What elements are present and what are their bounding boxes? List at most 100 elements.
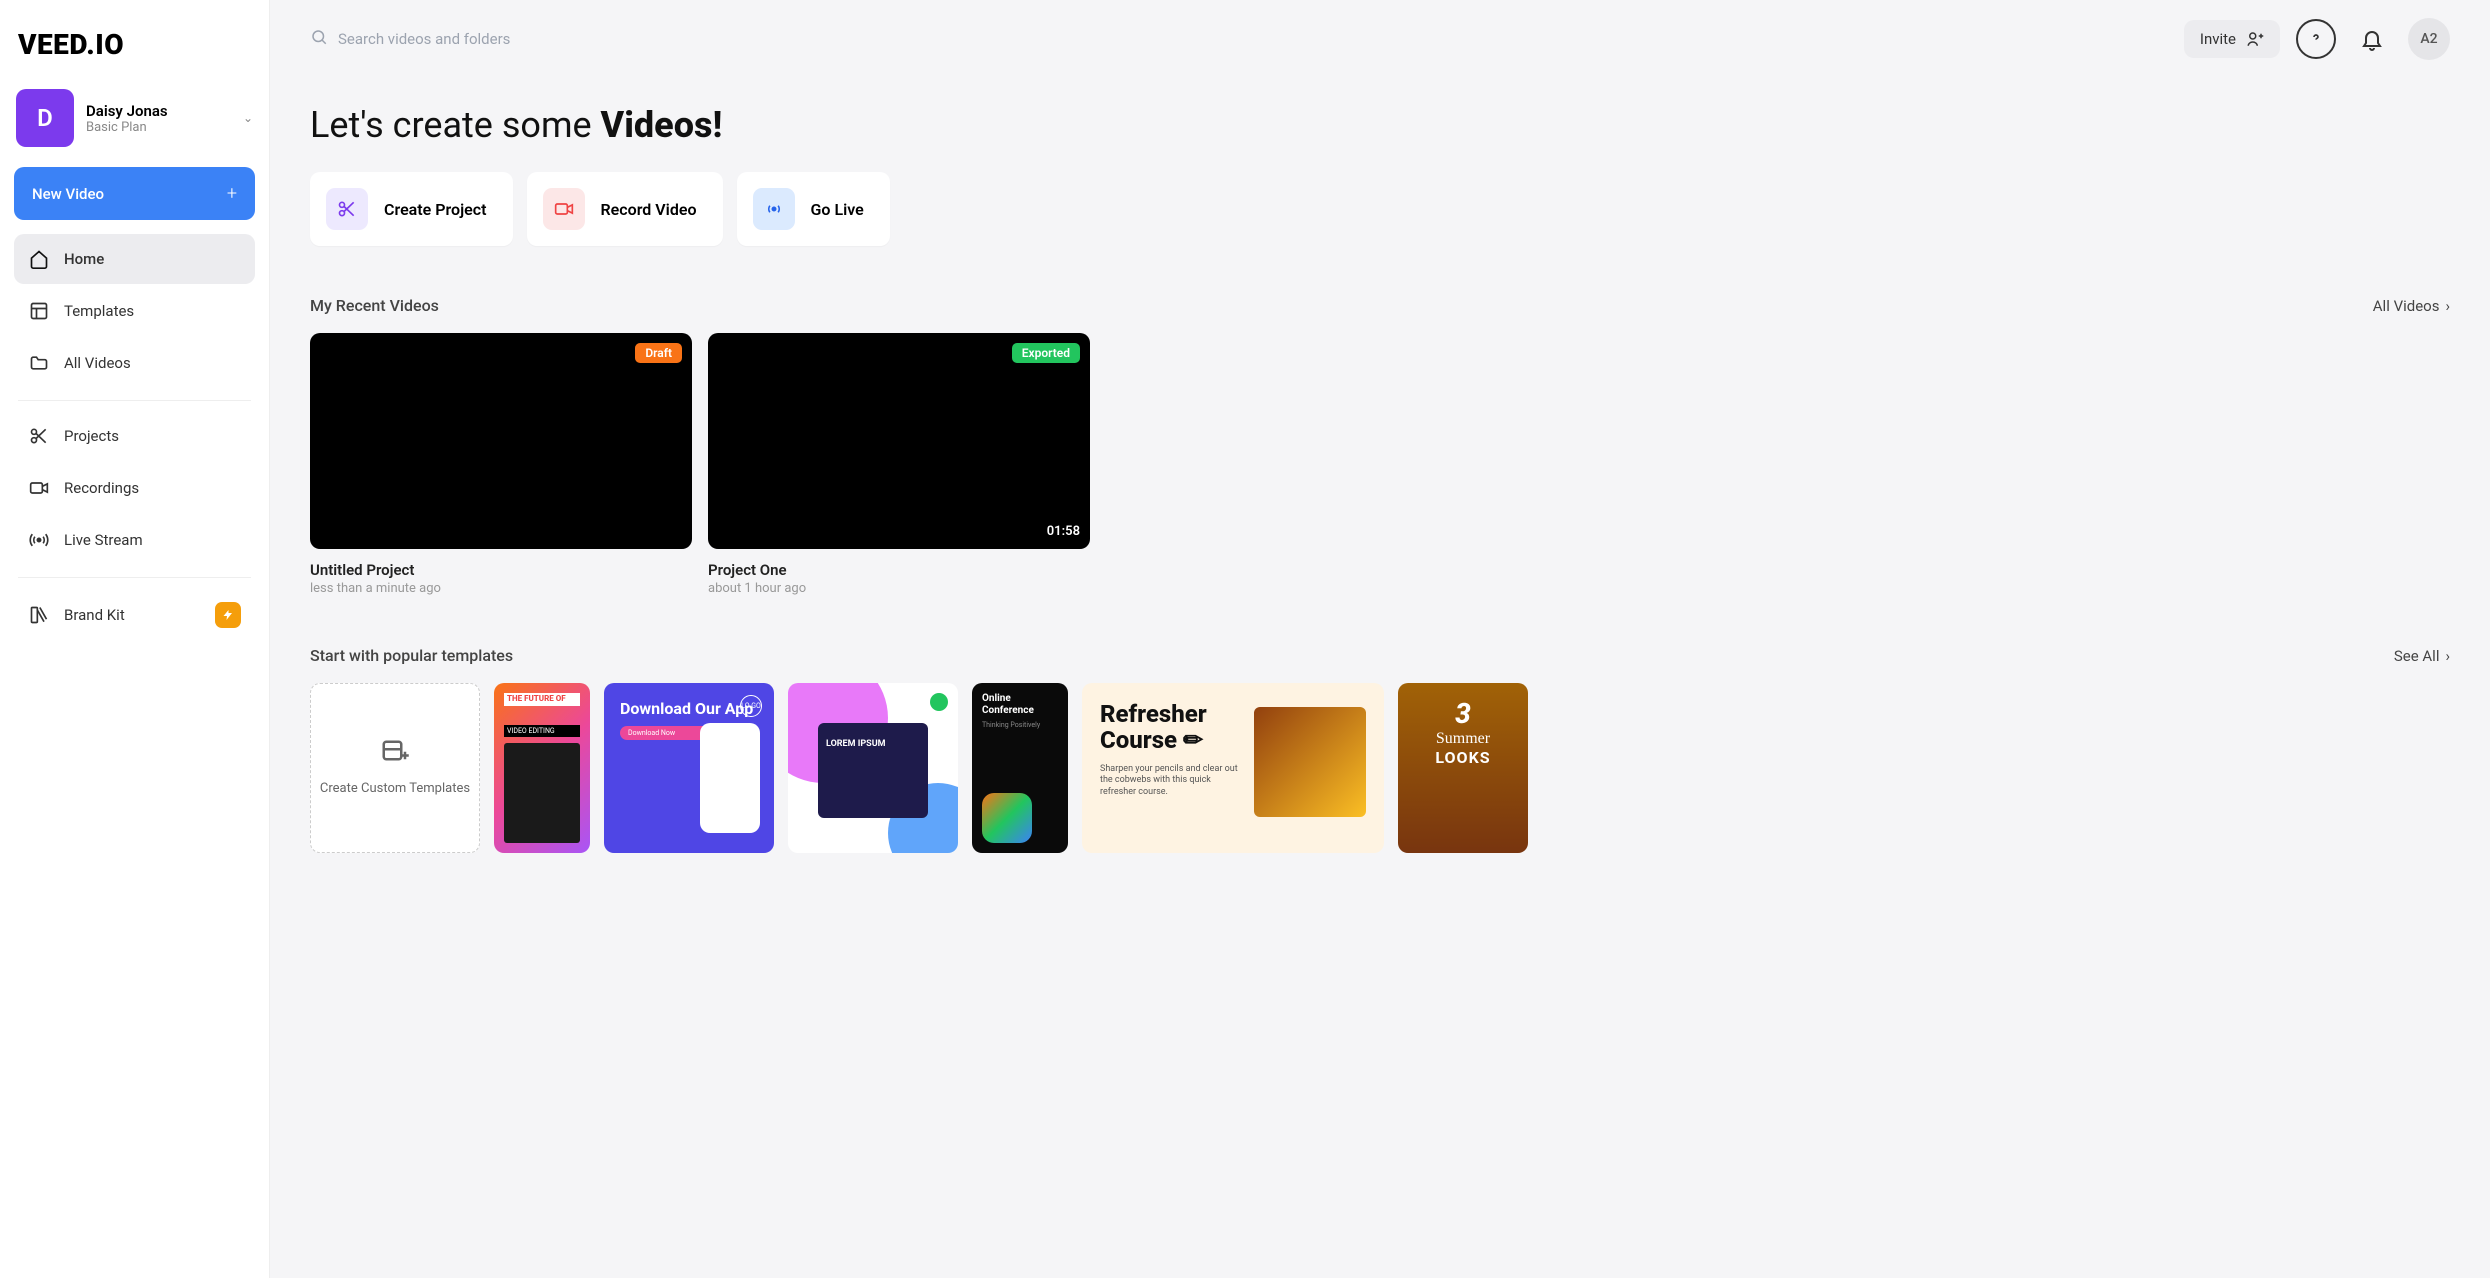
nav-label: Brand Kit [64,606,125,624]
template-text: LOREM IPSUM [826,739,886,749]
video-title: Project One [708,561,1090,579]
user-avatar: D [16,89,74,147]
main-content: Invite A2 Let's create some Videos! Crea… [270,0,2490,1278]
record-video-card[interactable]: Record Video [527,172,723,246]
recent-title: My Recent Videos [310,296,439,315]
logo-icon: LO GO [740,695,762,717]
create-project-card[interactable]: Create Project [310,172,513,246]
divider [18,400,251,401]
template-image [504,743,580,843]
question-icon [2308,31,2324,47]
video-thumbnail: Exported 01:58 [708,333,1090,549]
broadcast-icon [753,188,795,230]
chevron-right-icon: › [2445,297,2450,315]
user-name: Daisy Jonas [86,102,168,120]
search-input[interactable] [338,30,738,48]
help-button[interactable] [2296,19,2336,59]
sidebar-item-home[interactable]: Home [14,234,255,284]
template-title: Refresher Course ✏ [1100,701,1240,754]
logo[interactable]: VEED.IO [14,20,255,85]
workspace-selector[interactable]: D Daisy Jonas Basic Plan ⌄ [14,85,255,167]
video-card[interactable]: Draft Untitled Project less than a minut… [310,333,692,596]
invite-button[interactable]: Invite [2184,20,2280,58]
template-title: Online Conference [982,693,1058,717]
hero-prefix: Let's create some [310,104,601,146]
see-all-label: See All [2394,647,2440,665]
template-card[interactable]: 3 Summer LOOKS [1398,683,1528,853]
nav-label: All Videos [64,354,131,372]
spotify-icon [930,693,948,711]
templates-row: Create Custom Templates THE FUTURE OF VI… [310,683,2450,853]
video-meta: about 1 hour ago [708,581,1090,596]
nav-label: Live Stream [64,531,143,549]
template-word: LOOKS [1435,748,1490,767]
template-body: Sharpen your pencils and clear out the c… [1100,764,1240,799]
templates-title: Start with popular templates [310,646,513,665]
status-badge: Exported [1012,343,1080,363]
video-title: Untitled Project [310,561,692,579]
new-video-label: New Video [32,185,104,203]
template-inner-card: LOREM IPSUM [818,723,928,818]
all-videos-label: All Videos [2373,297,2440,315]
recent-videos-row: Draft Untitled Project less than a minut… [310,333,2450,596]
user-plan: Basic Plan [86,120,168,135]
new-video-button[interactable]: New Video + [14,167,255,220]
template-card[interactable]: THE FUTURE OF VIDEO EDITING [494,683,590,853]
template-title: Download Our App [620,699,758,718]
chevron-down-icon: ⌄ [243,111,253,125]
template-card[interactable]: LOREM IPSUM [788,683,958,853]
template-number: 3 [1455,697,1471,730]
phone-graphic [700,723,760,833]
go-live-card[interactable]: Go Live [737,172,890,246]
scissors-icon [326,188,368,230]
broadcast-icon [28,529,50,551]
notifications-button[interactable] [2352,19,2392,59]
template-text-block: Refresher Course ✏ Sharpen your pencils … [1100,701,1240,835]
sidebar-item-projects[interactable]: Projects [14,411,255,461]
bolt-icon [215,602,241,628]
action-label: Record Video [601,200,697,219]
camera-icon [28,477,50,499]
recent-header: My Recent Videos All Videos › [310,296,2450,315]
folder-icon [28,352,50,374]
template-card[interactable]: LO GO Download Our App Download Now [604,683,774,853]
video-meta: less than a minute ago [310,581,692,596]
bell-icon [2360,27,2384,51]
topbar: Invite A2 [270,0,2490,74]
template-card[interactable]: Online Conference Thinking Positively [972,683,1068,853]
template-word: Summer [1436,730,1490,748]
sidebar-item-live-stream[interactable]: Live Stream [14,515,255,565]
nav-label: Templates [64,302,134,320]
sidebar-item-recordings[interactable]: Recordings [14,463,255,513]
divider [18,577,251,578]
templates-header: Start with popular templates See All › [310,646,2450,665]
nav-label: Recordings [64,479,139,497]
nav-label: Projects [64,427,119,445]
video-duration: 01:58 [1047,524,1080,539]
template-text: THE FUTURE OF [504,693,580,706]
chevron-right-icon: › [2445,647,2450,665]
hero-bold: Videos! [601,104,723,146]
all-videos-link[interactable]: All Videos › [2373,297,2450,315]
sidebar-item-all-videos[interactable]: All Videos [14,338,255,388]
user-info: Daisy Jonas Basic Plan [86,102,168,135]
sidebar-item-brand-kit[interactable]: Brand Kit [14,588,255,642]
video-card[interactable]: Exported 01:58 Project One about 1 hour … [708,333,1090,596]
video-thumbnail: Draft [310,333,692,549]
scissors-icon [28,425,50,447]
action-label: Go Live [811,200,864,219]
plus-icon: + [227,183,237,204]
create-custom-template[interactable]: Create Custom Templates [310,683,480,853]
user-plus-icon [2246,30,2264,48]
template-text: VIDEO EDITING [504,725,580,737]
user-menu-avatar[interactable]: A2 [2408,18,2450,60]
sidebar: VEED.IO D Daisy Jonas Basic Plan ⌄ New V… [0,0,270,1278]
see-all-link[interactable]: See All › [2394,647,2450,665]
custom-template-label: Create Custom Templates [320,780,470,798]
page-title: Let's create some Videos! [310,104,2450,146]
brand-icon [28,604,50,626]
status-badge: Draft [635,343,682,363]
home-icon [28,248,50,270]
sidebar-item-templates[interactable]: Templates [14,286,255,336]
template-card[interactable]: Refresher Course ✏ Sharpen your pencils … [1082,683,1384,853]
